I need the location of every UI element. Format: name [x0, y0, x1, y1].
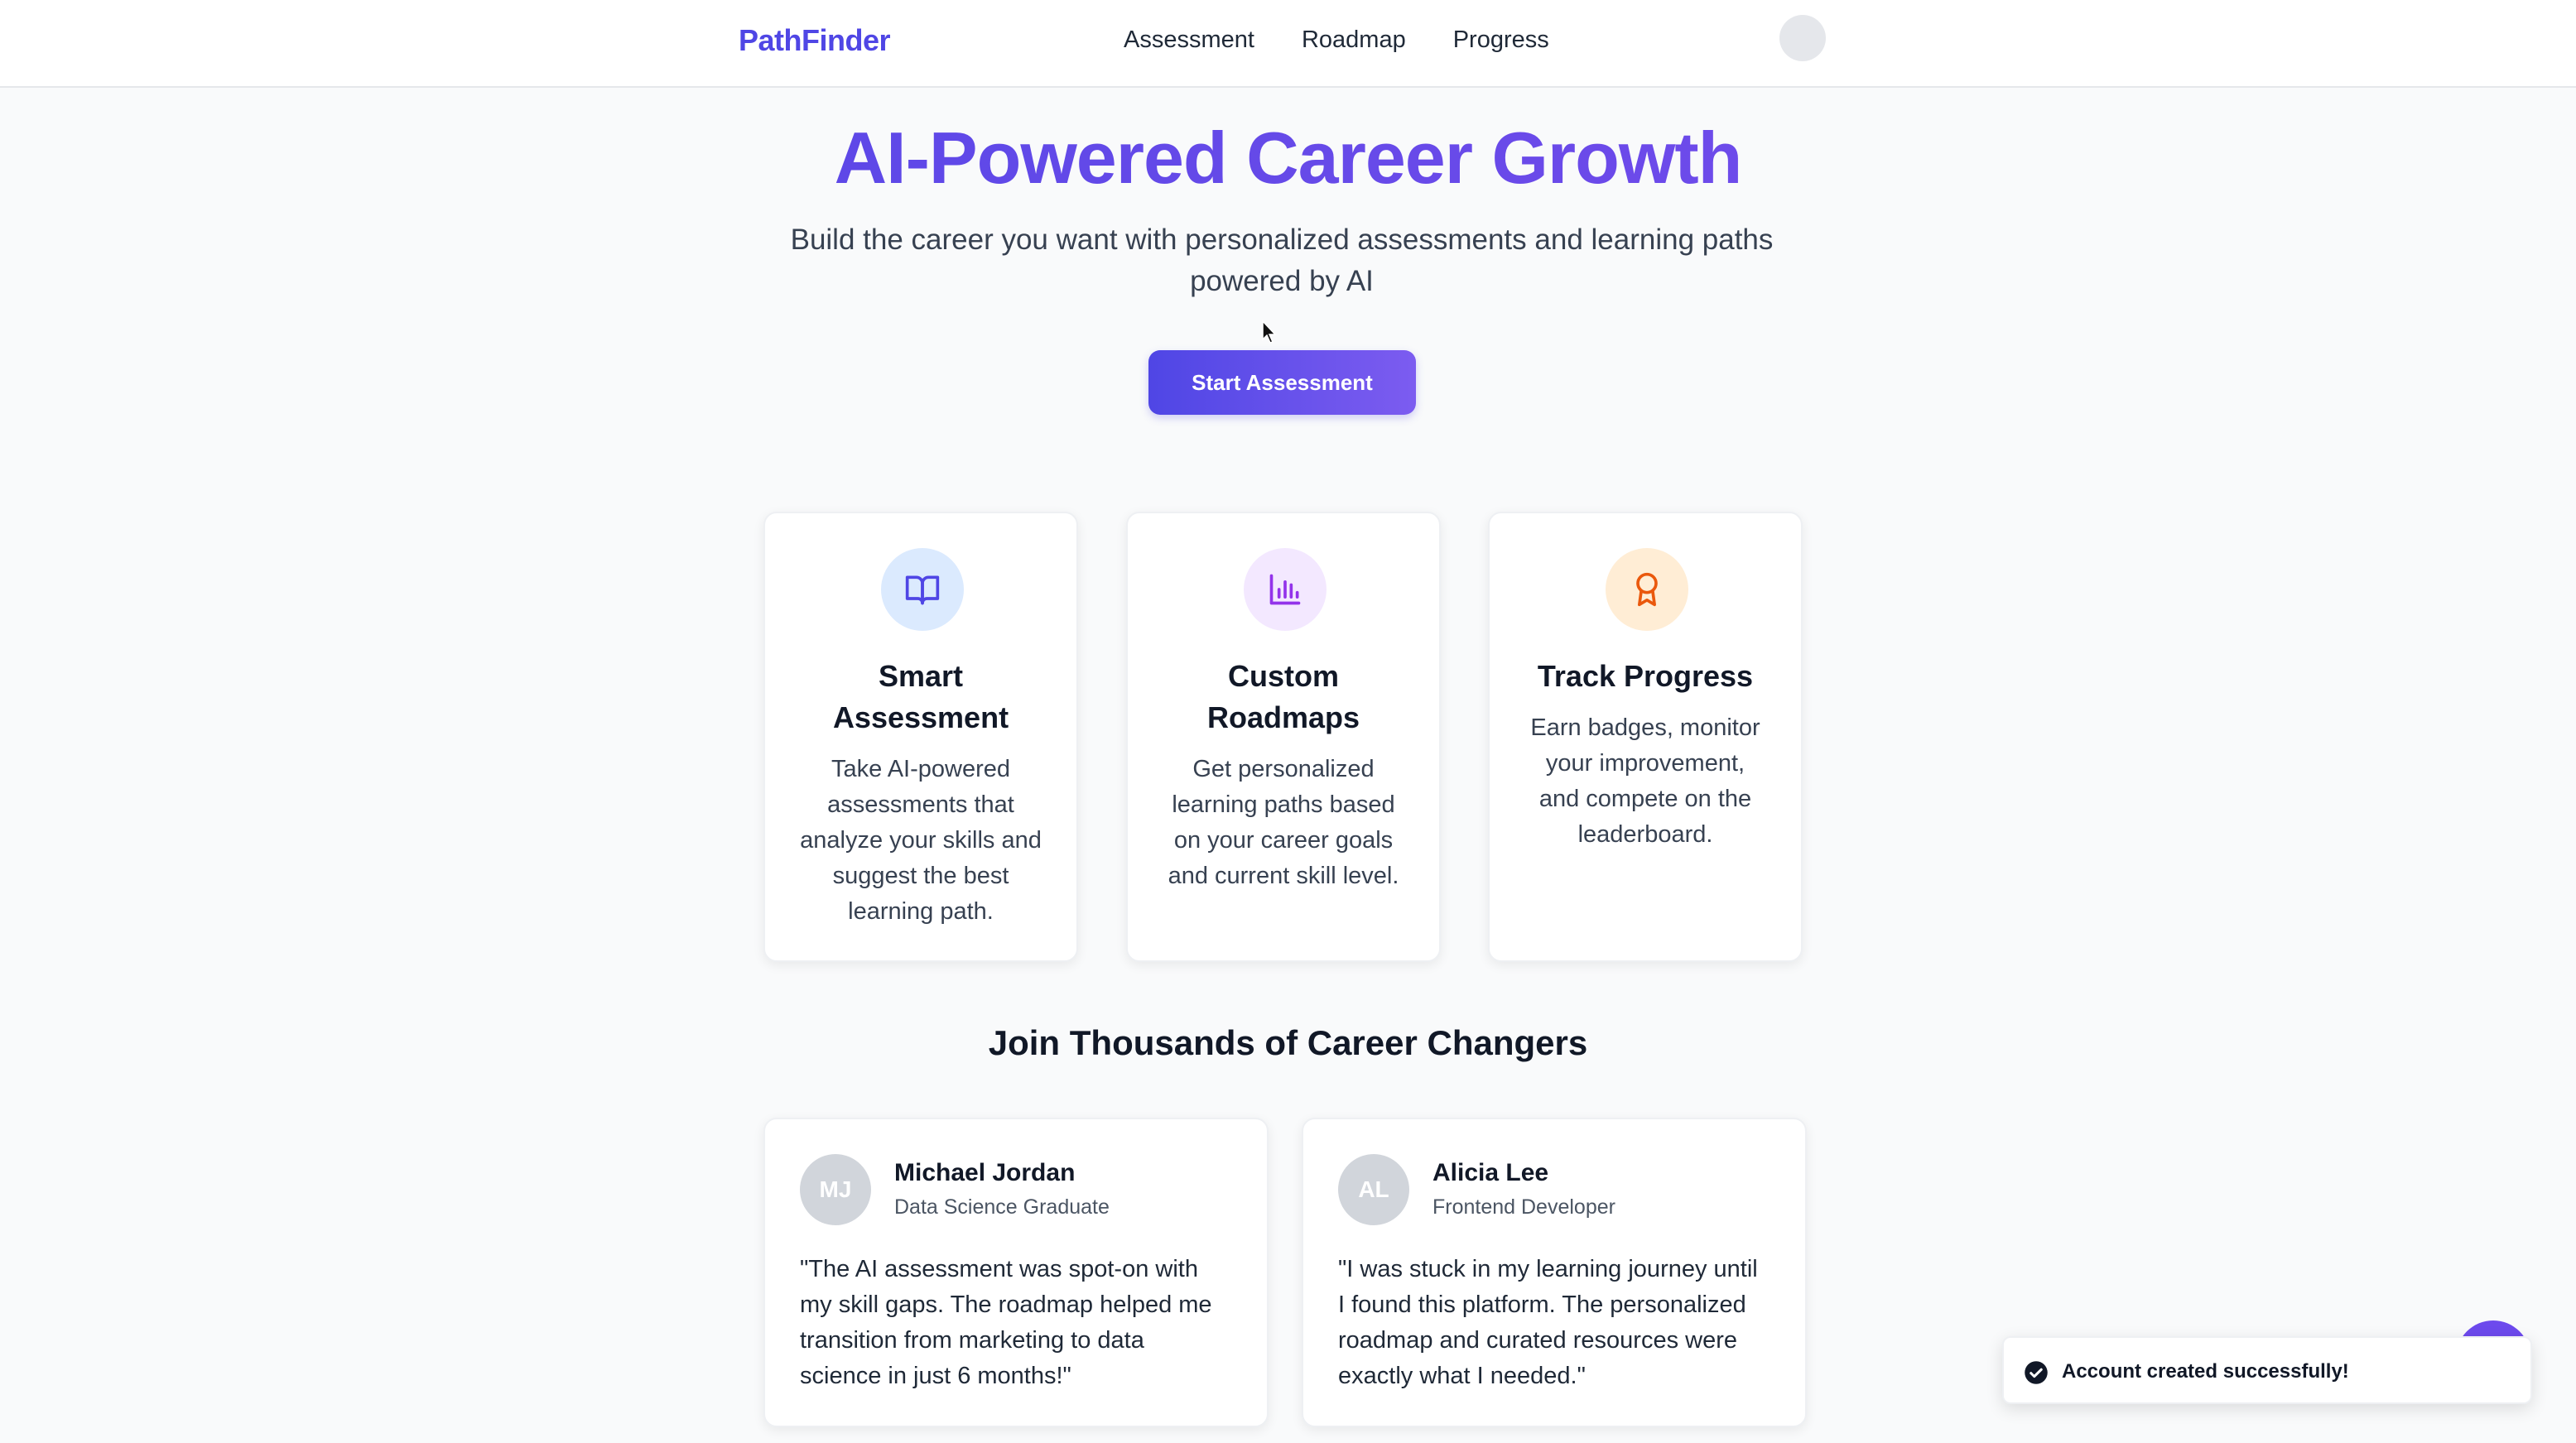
testimonial-quote: "I was stuck in my learning journey unti… — [1338, 1256, 1758, 1389]
award-icon — [1606, 548, 1688, 631]
user-avatar[interactable] — [1779, 15, 1826, 61]
feature-description: Take AI-powered assessments that analyze… — [800, 756, 1042, 925]
bar-chart-icon — [1244, 548, 1327, 631]
check-circle-icon — [2025, 1361, 2048, 1384]
nav-link-roadmap[interactable]: Roadmap — [1302, 26, 1406, 54]
toast-message: Account created successfully! — [2062, 1360, 2349, 1383]
hero-title: AI-Powered Career Growth — [0, 116, 2576, 200]
hero-subtitle: Build the career you want with personali… — [790, 224, 1774, 297]
testimonial-card: AL Alicia Lee Frontend Developer "I was … — [1302, 1118, 1807, 1427]
nav-link-assessment[interactable]: Assessment — [1124, 26, 1254, 54]
feature-title: Smart Assessment — [832, 659, 1009, 734]
testimonial-name: Alicia Lee — [1432, 1159, 1549, 1186]
testimonials-title: Join Thousands of Career Changers — [988, 1023, 1588, 1062]
avatar: MJ — [800, 1154, 871, 1225]
feature-description: Get personalized learning paths based on… — [1168, 756, 1399, 889]
top-navbar: PathFinder Assessment Roadmap Progress — [0, 0, 2576, 88]
logo[interactable]: PathFinder — [739, 23, 891, 58]
book-open-icon — [881, 548, 964, 631]
avatar: AL — [1338, 1154, 1409, 1225]
testimonial-quote: "The AI assessment was spot-on with my s… — [800, 1256, 1212, 1389]
feature-title: Custom Roadmaps — [1206, 659, 1360, 734]
feature-description: Earn badges, monitor your improvement, a… — [1530, 714, 1760, 848]
feature-title: Track Progress — [1537, 659, 1754, 693]
feature-card-track-progress: Track Progress Earn badges, monitor your… — [1488, 512, 1803, 962]
testimonial-role: Data Science Graduate — [894, 1195, 1110, 1219]
nav-links: Assessment Roadmap Progress — [1124, 26, 1549, 54]
mouse-cursor-icon — [1262, 320, 1277, 344]
testimonial-card: MJ Michael Jordan Data Science Graduate … — [763, 1118, 1269, 1427]
feature-card-custom-roadmaps: Custom Roadmaps Get personalized learnin… — [1126, 512, 1441, 962]
feature-card-smart-assessment: Smart Assessment Take AI-powered assessm… — [763, 512, 1078, 962]
testimonial-name: Michael Jordan — [894, 1159, 1076, 1186]
toast-notification: Account created successfully! — [2002, 1336, 2532, 1404]
start-assessment-button[interactable]: Start Assessment — [1148, 350, 1416, 415]
testimonial-role: Frontend Developer — [1432, 1195, 1615, 1219]
nav-link-progress[interactable]: Progress — [1453, 26, 1549, 54]
